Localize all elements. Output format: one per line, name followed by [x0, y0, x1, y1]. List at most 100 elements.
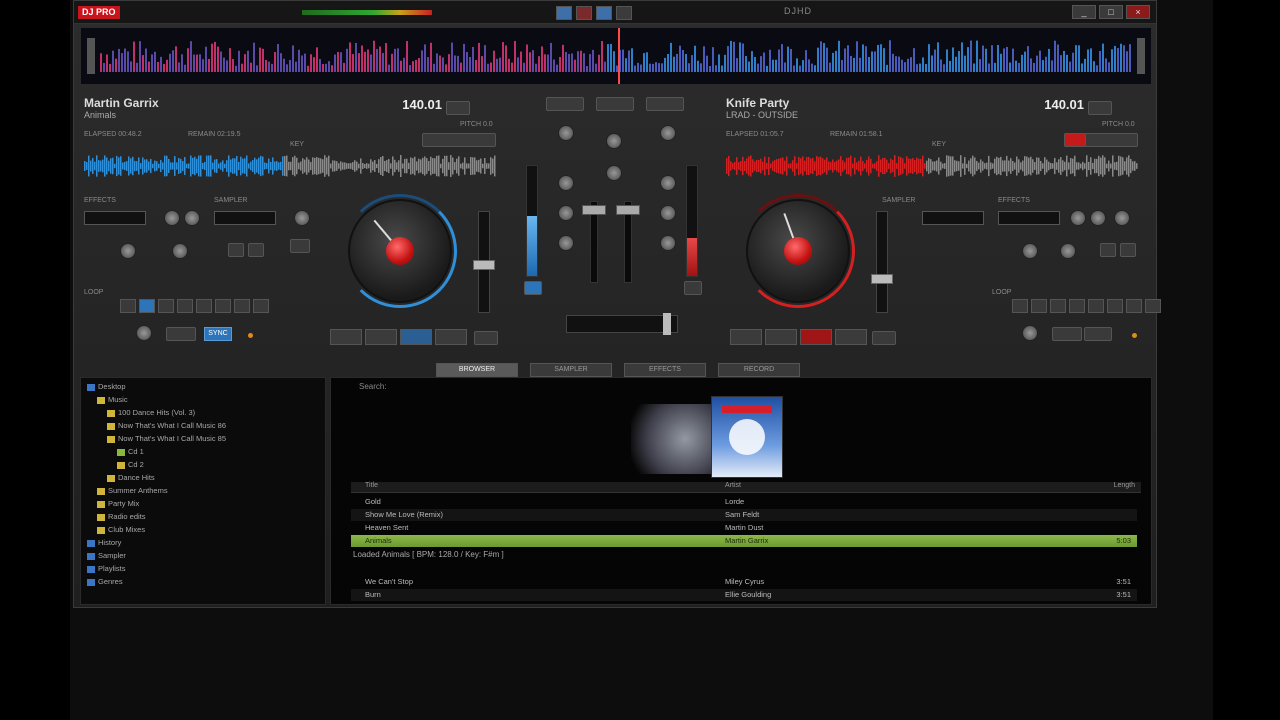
deck-left-sample-pad-1[interactable]: [228, 243, 244, 257]
deck-left-effect-knob-2[interactable]: [184, 210, 200, 226]
deck-right-effect-knob-2[interactable]: [1090, 210, 1106, 226]
tree-node[interactable]: Dance Hits: [107, 473, 155, 484]
tree-node[interactable]: Radio edits: [97, 512, 146, 523]
file-row[interactable]: Show Me Love (Remix) Sam Feldt: [351, 509, 1137, 521]
deck-left-sync-button[interactable]: SYNC: [204, 327, 232, 341]
deck-right-sampler-select[interactable]: [922, 211, 984, 225]
overview-left-handle[interactable]: [87, 38, 95, 74]
deck-right-hot-button[interactable]: [1064, 133, 1086, 147]
deck-left-sampler-select[interactable]: [214, 211, 276, 225]
deck-right-filter-knob[interactable]: [1022, 243, 1038, 259]
deck-left-loop-knob[interactable]: [136, 325, 152, 341]
overview-right-handle[interactable]: [1137, 38, 1145, 74]
mixer-left-volume-fader[interactable]: [582, 205, 606, 215]
column-length[interactable]: Length: [1114, 482, 1135, 489]
loop-button[interactable]: [234, 299, 250, 313]
layout-button-1[interactable]: [556, 6, 572, 20]
deck-left-effect-select[interactable]: [84, 211, 146, 225]
tree-node[interactable]: Desktop: [87, 382, 126, 393]
loop-button[interactable]: [1107, 299, 1123, 313]
mixer-right-mid-knob[interactable]: [660, 205, 676, 221]
mixer-left-high-knob[interactable]: [558, 175, 574, 191]
deck-left-platter[interactable]: [348, 199, 452, 303]
loop-button[interactable]: [1145, 299, 1161, 313]
tree-node[interactable]: Cd 1: [117, 447, 144, 458]
mixer-headphone-knob[interactable]: [606, 165, 622, 181]
mixer-tab-2[interactable]: [596, 97, 634, 111]
deck-right-pitch-handle[interactable]: [871, 274, 893, 284]
tree-node[interactable]: Now That's What I Call Music 85: [107, 434, 226, 445]
close-button[interactable]: ×: [1126, 5, 1150, 19]
deck-right-stop[interactable]: [835, 329, 867, 345]
mixer-tab-3[interactable]: [646, 97, 684, 111]
tree-node[interactable]: Now That's What I Call Music 86: [107, 421, 226, 432]
loop-button[interactable]: [1050, 299, 1066, 313]
minimize-button[interactable]: _: [1072, 5, 1096, 19]
deck-left-pitch-reset[interactable]: [474, 331, 498, 345]
mixer-right-high-knob[interactable]: [660, 175, 676, 191]
mixer-right-volume-fader[interactable]: [616, 205, 640, 215]
deck-right-key-knob[interactable]: [1060, 243, 1076, 259]
deck-left-waveform[interactable]: [84, 155, 496, 177]
deck-right-cue[interactable]: [730, 329, 762, 345]
deck-right-play[interactable]: [800, 329, 832, 345]
loop-button[interactable]: [139, 299, 155, 313]
tree-node[interactable]: Party Mix: [97, 499, 139, 510]
deck-left-bpm-button[interactable]: [446, 101, 470, 115]
loop-button[interactable]: [253, 299, 269, 313]
deck-right-cue-button[interactable]: [1052, 327, 1082, 341]
tree-node[interactable]: History: [87, 538, 121, 549]
mixer-crossfader[interactable]: [566, 313, 678, 335]
tree-node[interactable]: 100 Dance Hits (Vol. 3): [107, 408, 195, 419]
file-row[interactable]: Animals Martin Garrix 5:03: [351, 535, 1137, 547]
file-row[interactable]: Heaven Sent Martin Dust: [351, 522, 1137, 534]
loop-button[interactable]: [177, 299, 193, 313]
mixer-left-pfl-button[interactable]: [524, 281, 542, 295]
deck-left-key-bar[interactable]: [422, 133, 496, 147]
deck-left-filter-knob[interactable]: [120, 243, 136, 259]
deck-left-cue[interactable]: [330, 329, 362, 345]
mixer-right-low-knob[interactable]: [660, 235, 676, 251]
layout-button-2[interactable]: [576, 6, 592, 20]
deck-left-pause[interactable]: [365, 329, 397, 345]
deck-left-key-knob[interactable]: [172, 243, 188, 259]
file-row[interactable]: Gold Lorde: [351, 496, 1137, 508]
deck-left-sampler-knob[interactable]: [294, 210, 310, 226]
mixer-tab-1[interactable]: [546, 97, 584, 111]
mixer-left-mid-knob[interactable]: [558, 205, 574, 221]
loop-button[interactable]: [1126, 299, 1142, 313]
mixer-left-gain-knob[interactable]: [558, 125, 574, 141]
tab-sampler[interactable]: SAMPLER: [530, 363, 612, 377]
deck-right-sync-button[interactable]: [1084, 327, 1112, 341]
deck-left-stop[interactable]: [435, 329, 467, 345]
column-artist[interactable]: Artist: [725, 482, 741, 489]
loop-button[interactable]: [120, 299, 136, 313]
deck-left-play[interactable]: [400, 329, 432, 345]
loop-button[interactable]: [196, 299, 212, 313]
tree-node[interactable]: Playlists: [87, 564, 126, 575]
deck-left-pitch-handle[interactable]: [473, 260, 495, 270]
layout-button-4[interactable]: [616, 6, 632, 20]
deck-right-sampler-knob[interactable]: [1114, 210, 1130, 226]
loop-button[interactable]: [158, 299, 174, 313]
tree-node[interactable]: Cd 2: [117, 460, 144, 471]
deck-right-effect-select[interactable]: [998, 211, 1060, 225]
layout-button-3[interactable]: [596, 6, 612, 20]
deck-right-pitch-reset[interactable]: [872, 331, 896, 345]
tree-node[interactable]: Music: [97, 395, 128, 406]
deck-right-loop-knob[interactable]: [1022, 325, 1038, 341]
deck-right-pause[interactable]: [765, 329, 797, 345]
tab-browser[interactable]: BROWSER: [436, 363, 518, 377]
deck-right-platter[interactable]: [746, 199, 850, 303]
deck-left-effect-knob-1[interactable]: [164, 210, 180, 226]
rhythm-overview-waveform[interactable]: [80, 27, 1152, 85]
deck-left-cue-button[interactable]: [166, 327, 196, 341]
tree-node[interactable]: Sampler: [87, 551, 126, 562]
tab-effects[interactable]: EFFECTS: [624, 363, 706, 377]
tree-node[interactable]: Summer Anthems: [97, 486, 168, 497]
maximize-button[interactable]: □: [1099, 5, 1123, 19]
mixer-right-pfl-button[interactable]: [684, 281, 702, 295]
loop-button[interactable]: [1031, 299, 1047, 313]
tree-node[interactable]: Club Mixes: [97, 525, 145, 536]
deck-left-sample-pad-2[interactable]: [248, 243, 264, 257]
